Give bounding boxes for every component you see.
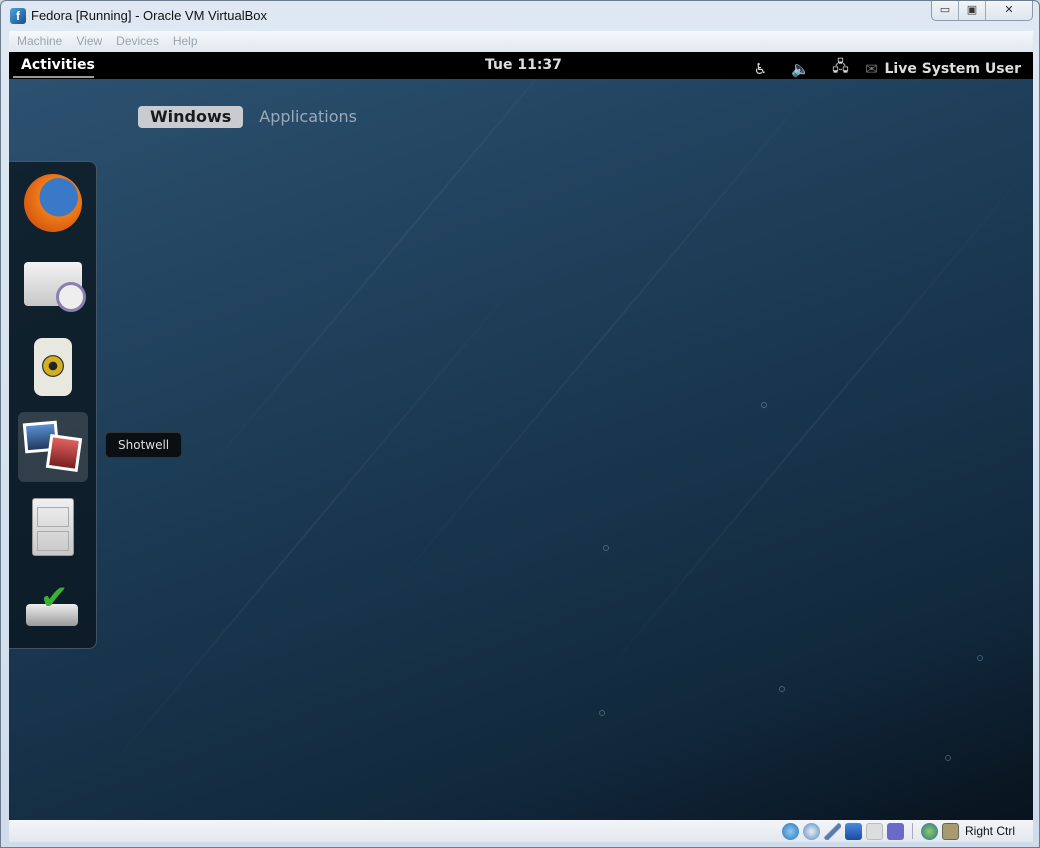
vbox-menubar: Machine View Devices Help [9, 31, 1033, 52]
dash-item-rhythmbox[interactable] [18, 332, 88, 402]
close-button[interactable]: ✕ [986, 1, 1032, 20]
menu-view[interactable]: View [76, 31, 108, 52]
virtualbox-window: f Fedora [Running] - Oracle VM VirtualBo… [0, 0, 1040, 848]
vbox-statusbar: Right Ctrl [9, 820, 1033, 842]
virtualization-icon[interactable] [886, 822, 904, 840]
user-menu[interactable]: Live System User [884, 61, 1021, 77]
shotwell-photos-icon [22, 418, 83, 476]
dash-item-evolution[interactable] [18, 250, 88, 320]
volume-icon[interactable]: 🔈 [780, 60, 820, 78]
window-title: Fedora [Running] - Oracle VM VirtualBox [31, 8, 268, 23]
accessibility-icon[interactable]: ♿ [740, 60, 780, 78]
file-cabinet-icon [32, 498, 74, 556]
tab-windows[interactable]: Windows [138, 106, 244, 128]
rhythmbox-speaker-icon [34, 338, 72, 396]
hard-disk-icon[interactable] [781, 822, 799, 840]
minimize-button[interactable]: ▭ [932, 1, 959, 20]
activities-button[interactable]: Activities [21, 57, 95, 73]
statusbar-separator [911, 823, 913, 839]
shared-network-icon[interactable] [844, 822, 862, 840]
chat-offline-icon: ✉ [865, 59, 878, 78]
menu-machine[interactable]: Machine [17, 31, 68, 52]
evolution-mail-clock-icon [24, 262, 86, 312]
mouse-integration-icon[interactable] [920, 822, 938, 840]
overview-desktop: Windows Applications ✔ Shotwell [9, 79, 1033, 820]
optical-drive-icon[interactable] [802, 822, 820, 840]
virtualbox-app-icon: f [10, 8, 26, 24]
maximize-button[interactable]: ▣ [959, 1, 986, 20]
menu-help[interactable]: Help [173, 31, 204, 52]
menu-devices[interactable]: Devices [116, 31, 165, 52]
dash-item-files[interactable] [18, 492, 88, 562]
dash-tooltip: Shotwell [105, 432, 183, 458]
dash-item-firefox[interactable] [18, 168, 88, 238]
dash: ✔ [9, 161, 97, 649]
firefox-icon [24, 174, 82, 232]
dash-item-install[interactable]: ✔ [18, 572, 88, 642]
network-icon[interactable]: 🖧 [820, 56, 860, 81]
gnome-top-bar: Activities Tue 11:37 ♿ 🔈 🖧 ✉ Live System… [9, 52, 1033, 79]
activities-underline [13, 76, 94, 78]
host-key-label: Right Ctrl [964, 824, 1015, 838]
title-bar[interactable]: f Fedora [Running] - Oracle VM VirtualBo… [1, 1, 1040, 31]
tab-applications[interactable]: Applications [247, 106, 369, 128]
keyboard-capture-icon[interactable] [941, 822, 959, 840]
install-to-disk-icon: ✔ [24, 578, 82, 636]
usb-icon[interactable] [823, 822, 841, 840]
shared-folders-icon[interactable] [865, 822, 883, 840]
dash-item-shotwell[interactable] [18, 412, 88, 482]
clock[interactable]: Tue 11:37 [485, 57, 562, 73]
